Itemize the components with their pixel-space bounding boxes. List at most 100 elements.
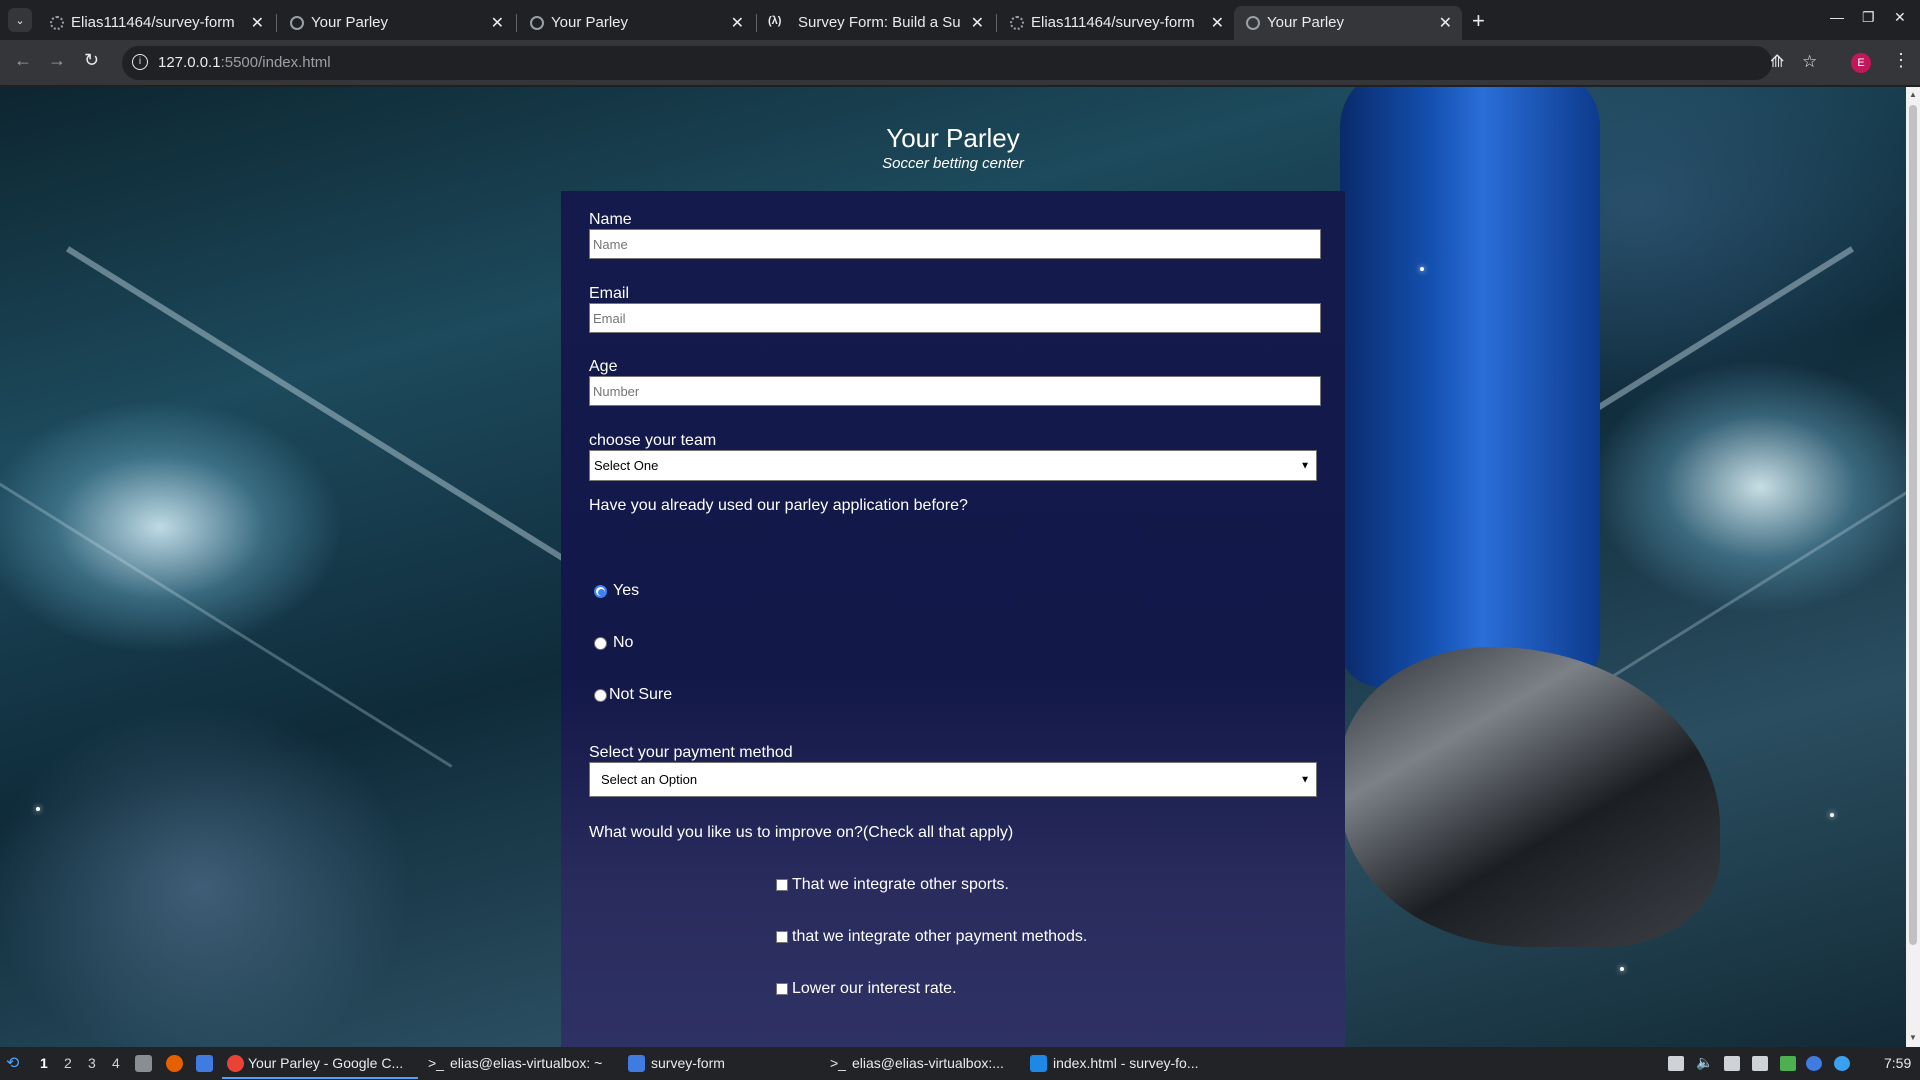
- checkbox[interactable]: [776, 879, 788, 891]
- payment-label: Select your payment method: [589, 744, 793, 761]
- folder-icon: [628, 1055, 645, 1072]
- keyboard-icon[interactable]: [1668, 1056, 1684, 1071]
- sparkle: [36, 807, 40, 811]
- scrollbar-thumb[interactable]: [1909, 105, 1917, 945]
- stadium-stand-left: [0, 246, 579, 768]
- payment-selected-value: Select an Option: [601, 772, 698, 787]
- checkbox-label: Lower our interest rate.: [792, 980, 957, 997]
- taskbar-window-terminal-1[interactable]: elias@elias-virtualbox: ~: [450, 1055, 602, 1071]
- profile-avatar[interactable]: E: [1851, 53, 1871, 73]
- window-close-icon[interactable]: ✕: [1894, 9, 1906, 26]
- battery-icon[interactable]: [1780, 1056, 1796, 1071]
- new-tab-button[interactable]: +: [1472, 8, 1485, 34]
- address-bar[interactable]: i 127.0.0.1:5500/index.html ⟰ ☆: [122, 46, 1817, 80]
- team-label: choose your team: [589, 432, 717, 449]
- email-input[interactable]: [589, 303, 1321, 333]
- taskbar-window-terminal-2[interactable]: elias@elias-virtualbox:...: [852, 1055, 1004, 1071]
- browser-tab-2[interactable]: Your Parley ✕: [278, 6, 514, 40]
- tab-close-icon[interactable]: ✕: [491, 13, 504, 33]
- network-icon[interactable]: [1834, 1056, 1850, 1071]
- taskbar-window-folder[interactable]: survey-form: [651, 1055, 725, 1071]
- terminal-icon: >_: [830, 1055, 846, 1071]
- tab-close-icon[interactable]: ✕: [251, 13, 264, 33]
- page-scrollbar[interactable]: ▲ ▼: [1906, 87, 1920, 1047]
- forward-arrow-icon[interactable]: →: [48, 50, 66, 71]
- email-label: Email: [589, 285, 630, 302]
- checkbox[interactable]: [776, 983, 788, 995]
- site-info-icon[interactable]: i: [132, 54, 148, 70]
- github-icon: [1010, 16, 1024, 30]
- radio-button[interactable]: [594, 584, 607, 598]
- tab-search-chevron-icon[interactable]: ⌄: [8, 8, 32, 32]
- sparkle: [1420, 267, 1424, 271]
- desktop-icon[interactable]: [196, 1055, 213, 1072]
- workspace-3[interactable]: 3: [88, 1055, 96, 1071]
- page-subtitle: Soccer betting center: [882, 155, 1024, 172]
- firefox-icon[interactable]: [166, 1055, 183, 1072]
- scroll-up-icon[interactable]: ▲: [1909, 90, 1917, 99]
- checkbox-option-other-sports[interactable]: That we integrate other sports.: [776, 876, 1009, 894]
- player-boot-image: [1340, 647, 1720, 947]
- survey-form: Name Email Age choose your team Select O…: [561, 191, 1345, 1047]
- radio-option-no[interactable]: No: [594, 634, 633, 652]
- bookmark-star-icon[interactable]: ☆: [1802, 52, 1817, 72]
- tab-title: Your Parley: [551, 14, 628, 31]
- checkbox-option-interest-rate[interactable]: Lower our interest rate.: [776, 980, 957, 998]
- tab-divider: [276, 14, 277, 32]
- reload-icon[interactable]: ↻: [84, 50, 99, 71]
- volume-icon[interactable]: 🔈: [1696, 1054, 1713, 1070]
- os-taskbar: ⟲ 1 2 3 4 Your Parley - Google C... >_ e…: [0, 1047, 1920, 1080]
- page-title: Your Parley: [886, 123, 1020, 153]
- name-input[interactable]: [589, 229, 1321, 259]
- clipboard-icon[interactable]: [1724, 1056, 1740, 1071]
- url-text[interactable]: 127.0.0.1:5500/index.html: [158, 54, 331, 71]
- tab-title: Your Parley: [311, 14, 388, 31]
- back-arrow-icon[interactable]: ←: [14, 50, 32, 71]
- sparkle: [1830, 813, 1834, 817]
- start-menu-icon[interactable]: ⟲: [6, 1053, 19, 1073]
- restore-icon[interactable]: ❐: [1862, 9, 1875, 26]
- radio-option-not-sure[interactable]: Not Sure: [594, 686, 672, 704]
- taskbar-window-vscode[interactable]: index.html - survey-fo...: [1053, 1055, 1199, 1071]
- tab-close-icon[interactable]: ✕: [731, 13, 744, 33]
- browser-tab-active[interactable]: Your Parley ✕: [1234, 6, 1462, 40]
- checkbox-option-payment-methods[interactable]: that we integrate other payment methods.: [776, 928, 1087, 946]
- team-dropdown[interactable]: Select One ▼: [589, 450, 1317, 481]
- tab-close-icon[interactable]: ✕: [1439, 13, 1452, 33]
- github-icon: [50, 16, 64, 30]
- chevron-down-icon: ▼: [1300, 774, 1310, 785]
- checkbox[interactable]: [776, 931, 788, 943]
- freecodecamp-icon: (λ): [768, 15, 782, 27]
- radio-label: Yes: [613, 582, 640, 599]
- tab-close-icon[interactable]: ✕: [1211, 13, 1224, 33]
- radio-button[interactable]: [594, 688, 607, 702]
- workspace-4[interactable]: 4: [112, 1055, 120, 1071]
- used-before-question: Have you already used our parley applica…: [589, 497, 968, 514]
- file-manager-icon[interactable]: [135, 1055, 152, 1072]
- url-path: :5500/index.html: [220, 54, 331, 71]
- workspace-2[interactable]: 2: [64, 1055, 72, 1071]
- taskbar-window-chrome[interactable]: Your Parley - Google C...: [248, 1055, 403, 1071]
- browser-toolbar: ← → ↻ i 127.0.0.1:5500/index.html ⟰ ☆ E …: [0, 40, 1920, 86]
- globe-icon: [290, 16, 304, 30]
- minimize-icon[interactable]: —: [1830, 9, 1844, 25]
- browser-tab-5[interactable]: Elias111464/survey-form ✕: [998, 6, 1234, 40]
- checkbox-label: That we integrate other sports.: [792, 876, 1009, 893]
- payment-dropdown[interactable]: Select an Option ▼: [589, 762, 1317, 797]
- workspace-1[interactable]: 1: [40, 1055, 48, 1071]
- tab-close-icon[interactable]: ✕: [971, 13, 984, 33]
- translate-icon[interactable]: ⟰: [1770, 52, 1784, 72]
- tab-title: Survey Form: Build a Sur: [798, 14, 960, 31]
- browser-tab-4[interactable]: (λ) Survey Form: Build a Sur ✕: [758, 6, 994, 40]
- display-icon[interactable]: [1752, 1056, 1768, 1071]
- radio-option-yes[interactable]: Yes: [594, 582, 639, 600]
- browser-tab-3[interactable]: Your Parley ✕: [518, 6, 754, 40]
- scroll-down-icon[interactable]: ▼: [1909, 1033, 1917, 1042]
- browser-menu-icon[interactable]: ⋮: [1892, 50, 1910, 71]
- chevron-down-icon: ▼: [1300, 460, 1310, 471]
- browser-tab-1[interactable]: Elias111464/survey-form ✕: [38, 6, 274, 40]
- radio-button[interactable]: [594, 636, 607, 650]
- tab-divider: [996, 14, 997, 32]
- age-input[interactable]: [589, 376, 1321, 406]
- update-icon[interactable]: [1806, 1056, 1822, 1071]
